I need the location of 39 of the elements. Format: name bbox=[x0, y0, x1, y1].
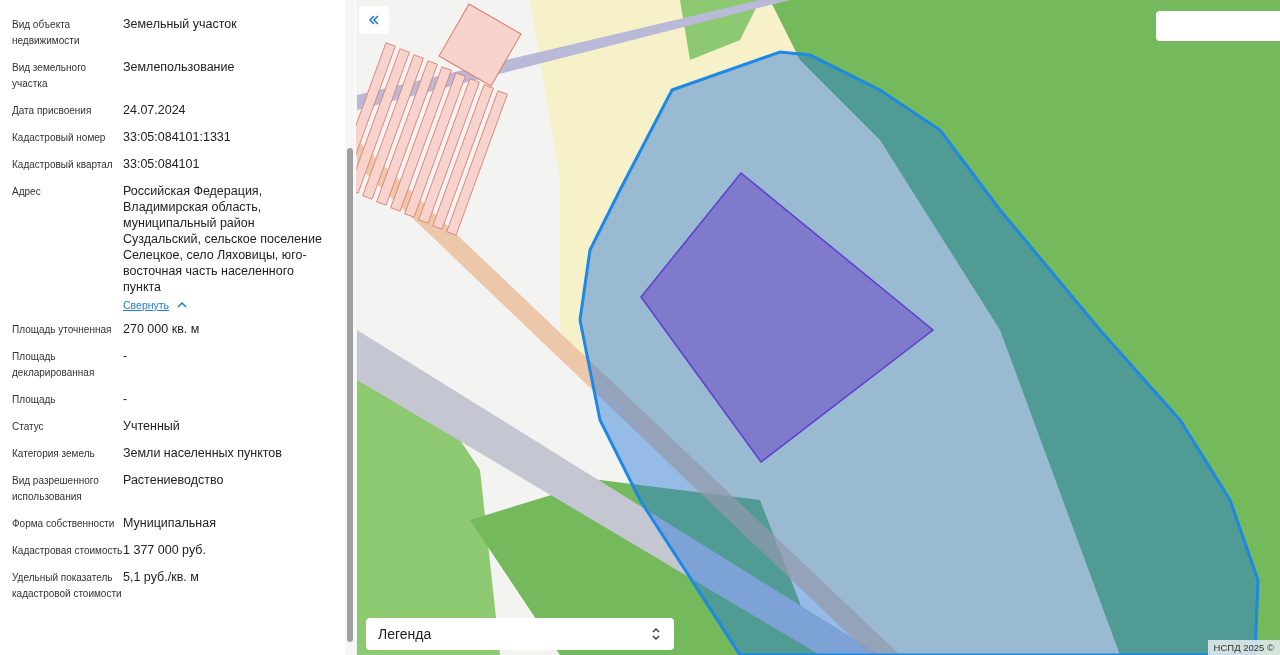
field-value: 24.07.2024 bbox=[123, 102, 187, 118]
field-label: Адрес bbox=[12, 185, 42, 199]
field-value: 1 377 000 руб. bbox=[123, 542, 207, 558]
field-label: Кадастровый квартал bbox=[12, 158, 114, 172]
map-attribution: НСПД 2025 © bbox=[1207, 640, 1280, 655]
scrollbar[interactable] bbox=[345, 0, 355, 655]
field-label: Площадь декларированная bbox=[12, 350, 96, 380]
field-value: Муниципальная bbox=[123, 515, 217, 531]
field-value: 5,1 руб./кв. м bbox=[123, 569, 200, 585]
collapse-panel-button[interactable] bbox=[359, 6, 389, 34]
collapse-link[interactable]: Свернуть bbox=[123, 299, 188, 311]
field-value: Земли населенных пунктов bbox=[123, 445, 283, 461]
field-label: Вид разрешенного использования bbox=[12, 474, 100, 504]
field-label: Дата присвоения bbox=[12, 104, 93, 118]
field-label: Статус bbox=[12, 420, 45, 434]
field-label: Категория земель bbox=[12, 447, 96, 461]
field-value: - bbox=[123, 348, 129, 364]
field-value: 33:05:084101 bbox=[123, 156, 201, 172]
field-value: Земельный участок bbox=[123, 16, 238, 32]
field-label: Вид земельного участка bbox=[12, 61, 88, 91]
field-value: - bbox=[123, 391, 129, 407]
up-down-chevron-icon bbox=[652, 628, 660, 640]
map-drawing[interactable] bbox=[356, 0, 1280, 655]
field-label: Удельный показатель кадастровой стоимости bbox=[12, 571, 123, 601]
field-label: Кадастровая стоимость bbox=[12, 544, 123, 558]
field-label: Площадь bbox=[12, 393, 57, 407]
field-value: Землепользование bbox=[123, 59, 236, 75]
double-chevron-icon bbox=[368, 14, 380, 26]
field-label: Вид объекта недвижимости bbox=[12, 18, 81, 48]
field-label: Форма собственности bbox=[12, 517, 116, 531]
field-value: Учтенный bbox=[123, 418, 181, 434]
search-field[interactable] bbox=[1156, 11, 1280, 41]
field-value: Российская Федерация, Владимирская область, муниципальный район Суздальский, сельское поселение Селецкое, село Ляховицы, юго-восточная часть населенного пункта bbox=[123, 183, 323, 295]
field-value: 33:05:084101:1331 bbox=[123, 129, 232, 145]
field-label: Кадастровый номер bbox=[12, 131, 107, 145]
field-value: 270 000 кв. м bbox=[123, 321, 201, 337]
field-label: Площадь уточненная bbox=[12, 323, 113, 337]
field-value: Растениеводство bbox=[123, 472, 225, 488]
legend-dropdown[interactable]: Легенда bbox=[366, 618, 674, 650]
